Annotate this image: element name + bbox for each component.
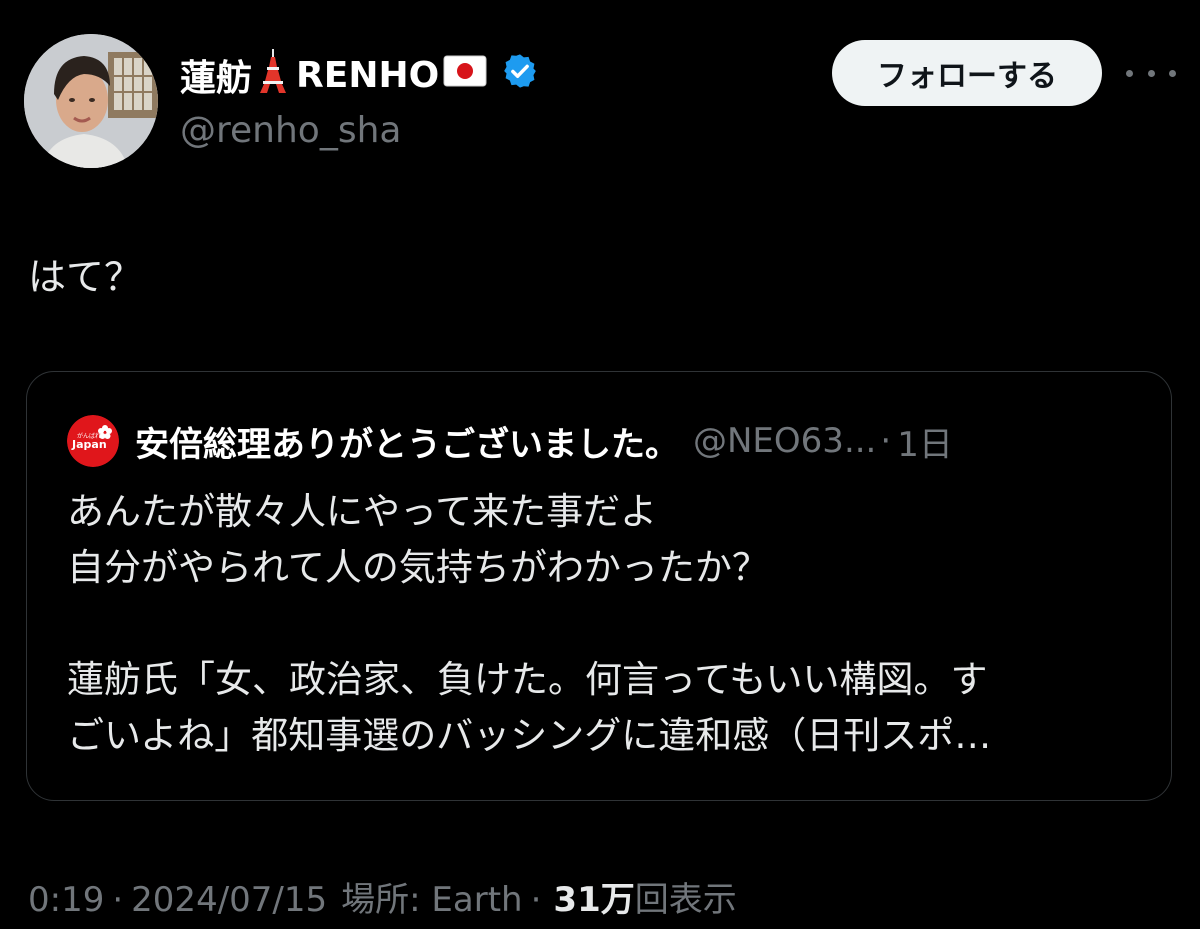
more-dot [1147,69,1155,77]
more-dot [1169,69,1176,77]
quoted-separator: · [880,421,892,461]
quoted-tweet-card[interactable]: がんばれ Japan 安倍総理ありがとうございました。 @NEO63... · … [26,371,1172,801]
quoted-text-line: ごいよね」都知事選のバッシングに違和感（日刊スポ… [67,714,992,757]
author-display-name[interactable]: 蓮舫 RENHO [180,48,539,102]
quoted-tweet-text: あんたが散々人にやって来た事だよ 自分がやられて人の気持ちがわかったか？ 蓮舫氏… [67,484,1137,764]
quoted-author-avatar[interactable]: がんばれ Japan [67,415,119,467]
quoted-text-blank-line [67,596,1137,652]
tweet-detail-page: 蓮舫 RENHO @renho_sha フォローする はて？ がんばれ Japa… [0,0,1200,929]
author-handle[interactable]: @renho_sha [180,110,401,151]
author-avatar[interactable] [24,34,158,168]
tweet-time[interactable]: 0:19 [28,880,104,920]
display-name-suffix: RENHO [296,54,440,96]
tweet-text: はて？ [28,255,143,299]
quoted-author-handle[interactable]: @NEO63... [693,421,876,461]
more-horizontal-icon[interactable] [1126,58,1176,88]
tweet-meta: 0:19 · 2024/07/15 場所: Earth · 31万 回表示 [28,872,737,921]
quoted-text-line: 自分がやられて人の気持ちがわかったか？ [67,546,769,589]
author-avatar-image [24,34,158,168]
display-name-prefix: 蓮舫 [180,58,253,99]
verified-badge-icon[interactable] [501,52,539,99]
quoted-text-line: 蓮舫氏「女、政治家、負けた。何言ってもいい構図。す [67,658,988,701]
tweet-date[interactable]: 2024/07/15 [131,880,327,920]
quoted-text-line: あんたが散々人にやって来た事だよ [67,490,658,533]
views-count: 31万 [553,880,635,920]
quoted-tweet-header: がんばれ Japan 安倍総理ありがとうございました。 @NEO63... · … [67,415,953,467]
quoted-timestamp[interactable]: 1日 [897,417,953,466]
quoted-avatar-image: がんばれ Japan [67,415,119,467]
tweet-location: 場所: Earth [341,880,523,920]
japan-flag-icon [443,55,487,96]
quoted-avatar-text: Japan [71,438,107,451]
views-label: 回表示 [634,880,737,920]
more-dot [1126,69,1133,77]
tokyo-tower-icon [258,48,288,102]
meta-separator: · [530,880,542,920]
quoted-author-name[interactable]: 安倍総理ありがとうございました。 [135,417,679,466]
follow-button[interactable]: フォローする [832,40,1102,106]
meta-separator: · [112,880,124,920]
